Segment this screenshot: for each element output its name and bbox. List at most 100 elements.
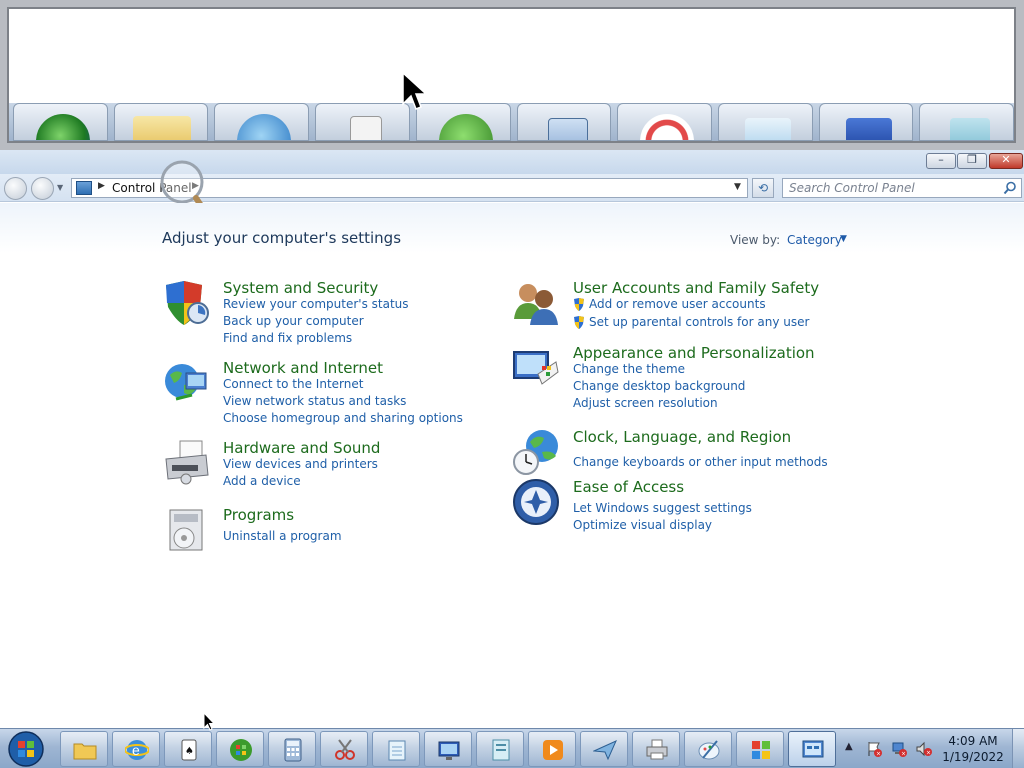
category-title[interactable]: Ease of Access (573, 478, 684, 496)
link-desktop-background[interactable]: Change desktop background (573, 379, 745, 393)
uac-shield-icon (574, 316, 584, 329)
magnified-taskbar (9, 103, 1014, 141)
link-add-device[interactable]: Add a device (223, 474, 301, 488)
minimize-icon: – (938, 153, 944, 166)
taskbar-explorer[interactable] (60, 731, 108, 767)
taskbar-internet-explorer[interactable]: e (112, 731, 160, 767)
remote-desktop-icon (438, 741, 460, 760)
scissors-icon (335, 739, 355, 760)
svg-text:e: e (132, 742, 140, 758)
network-icon[interactable]: × (891, 741, 907, 757)
link-screen-resolution[interactable]: Adjust screen resolution (573, 396, 718, 410)
taskbar-windows-live[interactable] (736, 731, 784, 767)
category-title[interactable]: Clock, Language, and Region (573, 428, 791, 446)
globe-network-icon[interactable] (162, 359, 210, 407)
magnifier-window (0, 0, 1024, 150)
wordpad-icon (492, 739, 510, 761)
taskbar-paint[interactable] (684, 731, 732, 767)
category-title[interactable]: Network and Internet (223, 359, 383, 377)
show-hidden-icons-button[interactable]: ▲ (845, 741, 853, 752)
navigation-bar: ▼ ▶ Control Panel ▶ ▼ ⟲ Search Control P… (0, 174, 1024, 202)
magnified-ie-tile (214, 103, 310, 141)
refresh-icon: ⟲ (757, 181, 769, 195)
link-windows-suggest[interactable]: Let Windows suggest settings (573, 501, 752, 515)
link-network-status[interactable]: View network status and tasks (223, 394, 406, 408)
taskbar-fax-scan[interactable] (580, 731, 628, 767)
magnified-notepad-tile (717, 103, 813, 141)
category-title[interactable]: System and Security (223, 279, 378, 297)
refresh-button[interactable]: ⟲ (752, 178, 774, 198)
link-change-theme[interactable]: Change the theme (573, 362, 685, 376)
taskbar-media-center[interactable] (216, 731, 264, 767)
close-button[interactable]: ✕ (989, 153, 1023, 169)
magnified-explorer-tile (113, 103, 209, 141)
link-find-fix[interactable]: Find and fix problems (223, 331, 352, 345)
search-icon[interactable] (1003, 181, 1017, 195)
category-title[interactable]: User Accounts and Family Safety (573, 279, 819, 297)
ease-of-access-icon[interactable] (512, 478, 560, 526)
volume-muted-icon[interactable]: × (916, 741, 932, 757)
magnified-wordpad-tile (919, 103, 1014, 141)
taskbar-media-player[interactable] (528, 731, 576, 767)
link-optimize-display[interactable]: Optimize visual display (573, 518, 712, 532)
link-parental-controls[interactable]: Set up parental controls for any user (589, 315, 809, 329)
svg-text:×: × (926, 750, 931, 757)
link-review-status[interactable]: Review your computer's status (223, 297, 409, 311)
link-uninstall[interactable]: Uninstall a program (223, 529, 342, 543)
clock-date[interactable]: 1/19/2022 (938, 750, 1008, 764)
taskbar-control-panel[interactable] (788, 731, 836, 767)
control-panel-icon (76, 181, 92, 195)
breadcrumb-arrow-icon[interactable]: ▶ (98, 181, 105, 191)
taskbar-remote-desktop[interactable] (424, 731, 472, 767)
link-homegroup[interactable]: Choose homegroup and sharing options (223, 411, 463, 425)
taskbar-solitaire[interactable]: ♠ (164, 731, 212, 767)
chevron-down-icon[interactable]: ▼ (840, 234, 847, 244)
calculator-icon (284, 738, 302, 762)
link-connect-internet[interactable]: Connect to the Internet (223, 377, 363, 391)
recent-pages-dropdown-icon[interactable]: ▼ (57, 183, 63, 192)
start-button[interactable] (6, 730, 46, 768)
taskbar: e ♠ ▲ × × × 4:09 AM 1/19/2022 (0, 728, 1024, 768)
svg-text:×: × (876, 751, 881, 758)
page-title: Adjust your computer's settings (162, 229, 402, 247)
link-backup[interactable]: Back up your computer (223, 314, 364, 328)
category-title[interactable]: Appearance and Personalization (573, 344, 815, 362)
magnified-solitaire-tile (315, 103, 410, 141)
clock-globe-icon[interactable] (512, 428, 560, 476)
forward-button[interactable] (31, 177, 54, 200)
printer-icon[interactable] (162, 439, 210, 487)
link-keyboards[interactable]: Change keyboards or other input methods (573, 455, 828, 469)
mouse-cursor-icon (203, 711, 216, 731)
show-desktop-button[interactable] (1012, 729, 1024, 768)
link-devices-printers[interactable]: View devices and printers (223, 457, 378, 471)
monitor-palette-icon[interactable] (512, 344, 560, 392)
windows-flag-icon (752, 741, 770, 759)
control-panel-window: – ❐ ✕ ▼ ▶ Control Panel ▶ ▼ ⟲ Search Con… (0, 150, 1024, 728)
minimize-button[interactable]: – (926, 153, 956, 169)
control-panel-icon (802, 740, 824, 758)
view-by-label: View by: (730, 233, 781, 247)
link-add-remove-accounts[interactable]: Add or remove user accounts (589, 297, 766, 311)
category-title[interactable]: Programs (223, 506, 294, 524)
taskbar-calculator[interactable] (268, 731, 316, 767)
magnified-start-tile (13, 103, 108, 141)
taskbar-notepad[interactable] (372, 731, 420, 767)
address-dropdown-icon[interactable]: ▼ (734, 182, 741, 192)
back-button[interactable] (4, 177, 27, 200)
action-center-icon[interactable]: × (866, 741, 882, 757)
taskbar-printer[interactable] (632, 731, 680, 767)
taskbar-wordpad[interactable] (476, 731, 524, 767)
restore-icon: ❐ (967, 153, 977, 166)
category-title[interactable]: Hardware and Sound (223, 439, 380, 457)
users-icon[interactable] (512, 279, 560, 327)
shield-icon[interactable] (162, 279, 210, 327)
cards-icon: ♠ (181, 739, 197, 761)
search-input[interactable]: Search Control Panel (782, 178, 1022, 198)
restore-button[interactable]: ❐ (957, 153, 987, 169)
taskbar-snipping-tool[interactable] (320, 731, 368, 767)
clock-time[interactable]: 4:09 AM (948, 734, 998, 748)
svg-text:♠: ♠ (185, 746, 194, 757)
view-by-dropdown[interactable]: Category (787, 233, 842, 247)
programs-icon[interactable] (162, 506, 210, 554)
content-area: Adjust your computer's settings View by:… (0, 203, 1024, 728)
